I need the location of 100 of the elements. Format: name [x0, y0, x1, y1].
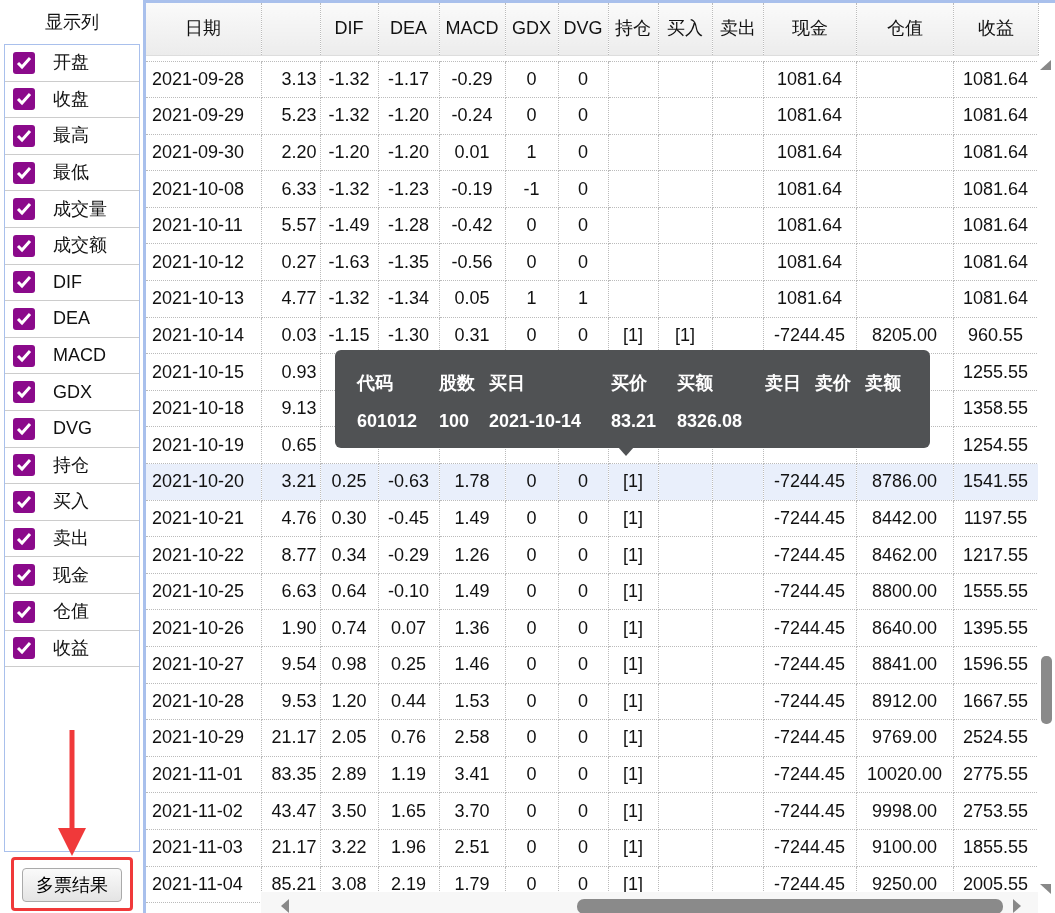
table-cell: 0	[505, 500, 558, 537]
checkbox-label[interactable]: MACD	[53, 342, 106, 370]
table-cell: 0.07	[378, 609, 439, 647]
table-cell: 9769.00	[856, 719, 953, 757]
empty-cell	[658, 500, 712, 537]
checkbox-label[interactable]: 成交额	[53, 232, 107, 260]
table-cell: 0	[558, 536, 608, 574]
checkbox[interactable]	[13, 51, 35, 74]
empty-cell	[712, 134, 763, 171]
table-cell: 0	[558, 97, 608, 135]
table-cell: 2021-10-14	[146, 317, 261, 354]
table-cell: -7244.45	[763, 719, 856, 757]
column-header[interactable]: DIF	[320, 3, 378, 55]
column-header[interactable]: MACD	[439, 3, 505, 55]
table-cell: 0	[558, 573, 608, 610]
checkbox[interactable]	[13, 490, 35, 513]
table-cell: -7244.45	[763, 646, 856, 684]
table-cell: 0	[558, 61, 608, 98]
table-cell: 9998.00	[856, 792, 953, 830]
table-cell: 1.20	[320, 683, 378, 720]
checkbox-label[interactable]: 仓值	[53, 598, 89, 626]
table-cell: 1081.64	[763, 243, 856, 281]
empty-cell	[712, 756, 763, 793]
checkbox[interactable]	[13, 454, 35, 477]
empty-cell	[658, 97, 712, 135]
table-cell: 8841.00	[856, 646, 953, 684]
horizontal-scrollbar[interactable]	[261, 892, 1038, 913]
multi-result-button[interactable]: 多票结果	[22, 868, 122, 902]
table-cell: 0.27	[261, 243, 320, 281]
table-cell: 2021-10-12	[146, 243, 261, 281]
table-cell: 2021-10-25	[146, 573, 261, 610]
checkbox-label[interactable]: 卖出	[53, 525, 89, 552]
checkbox[interactable]	[13, 600, 35, 623]
table-cell: 2021-10-22	[146, 536, 261, 574]
checkbox[interactable]	[13, 198, 35, 221]
table-cell: 9.13	[261, 390, 320, 427]
column-header[interactable]: 收益	[953, 3, 1038, 55]
table-cell: 0.98	[320, 646, 378, 684]
checkbox[interactable]	[13, 527, 35, 550]
table-cell: 2021-10-18	[146, 390, 261, 427]
column-header[interactable]: 卖出	[712, 3, 763, 55]
checkbox-label[interactable]: 最低	[53, 159, 89, 187]
column-header[interactable]: 仓值	[856, 3, 953, 55]
empty-cell	[658, 792, 712, 830]
checkbox[interactable]	[13, 417, 35, 440]
checkbox-label[interactable]: DVG	[53, 415, 92, 443]
checkbox-label[interactable]: DIF	[53, 268, 82, 296]
column-header[interactable]: DVG	[558, 3, 608, 55]
table-cell: -1.32	[320, 280, 378, 318]
empty-cell	[658, 170, 712, 208]
table-cell: 0	[505, 573, 558, 610]
checkbox[interactable]	[13, 307, 35, 330]
column-header[interactable]: 日期	[146, 3, 261, 55]
table-cell: 2.20	[261, 134, 320, 171]
checkbox-label[interactable]: DEA	[53, 305, 90, 333]
checkbox-label[interactable]: 买入	[53, 488, 89, 516]
table-cell: 2021-10-08	[146, 170, 261, 208]
checkbox[interactable]	[13, 125, 35, 147]
column-header[interactable]: DEA	[378, 3, 439, 55]
checkbox-label[interactable]: 收盘	[53, 85, 89, 113]
checkbox[interactable]	[13, 344, 35, 367]
checkbox[interactable]	[13, 161, 35, 184]
column-header[interactable]: 现金	[763, 3, 856, 55]
table-cell: 2021-10-19	[146, 426, 261, 464]
checkbox[interactable]	[13, 564, 35, 587]
empty-cell	[658, 646, 712, 684]
table-cell: 1.65	[378, 792, 439, 830]
checkbox-label[interactable]: 成交量	[53, 195, 107, 223]
checkbox-label[interactable]: 持仓	[53, 451, 89, 479]
table-cell: -0.19	[439, 170, 505, 208]
checkbox-label[interactable]: GDX	[53, 378, 92, 406]
checkbox-label[interactable]: 最高	[53, 122, 89, 150]
column-header[interactable]: GDX	[505, 3, 558, 55]
checkbox[interactable]	[13, 381, 35, 404]
table-cell: 0.76	[378, 719, 439, 757]
table-cell: 9.53	[261, 683, 320, 720]
table-cell: 0.25	[320, 463, 378, 501]
table-cell: [1]	[608, 683, 658, 720]
tooltip-header: 代码	[357, 371, 394, 395]
checkbox[interactable]	[13, 271, 35, 294]
table-cell: 0	[505, 243, 558, 281]
table-cell: [1]	[608, 536, 658, 574]
column-header[interactable]: 买入	[658, 3, 712, 55]
checkbox[interactable]	[13, 637, 35, 660]
table-cell: 5.23	[261, 97, 320, 135]
column-header[interactable]: 持仓	[608, 3, 658, 55]
table-cell: 1.49	[439, 573, 505, 610]
empty-cell	[658, 683, 712, 720]
table-cell: 4.77	[261, 280, 320, 318]
empty-cell	[658, 207, 712, 244]
table-cell: [1]	[608, 756, 658, 793]
empty-cell	[608, 243, 658, 281]
table-cell: -7244.45	[763, 792, 856, 830]
checkbox-label[interactable]: 现金	[53, 561, 89, 589]
checkbox-label[interactable]: 收益	[53, 634, 89, 662]
checkbox[interactable]	[13, 88, 35, 111]
checkbox-label[interactable]: 开盘	[53, 49, 89, 77]
checkbox[interactable]	[13, 234, 35, 257]
table-cell: 0.44	[378, 683, 439, 720]
table-cell: 0.30	[320, 500, 378, 537]
